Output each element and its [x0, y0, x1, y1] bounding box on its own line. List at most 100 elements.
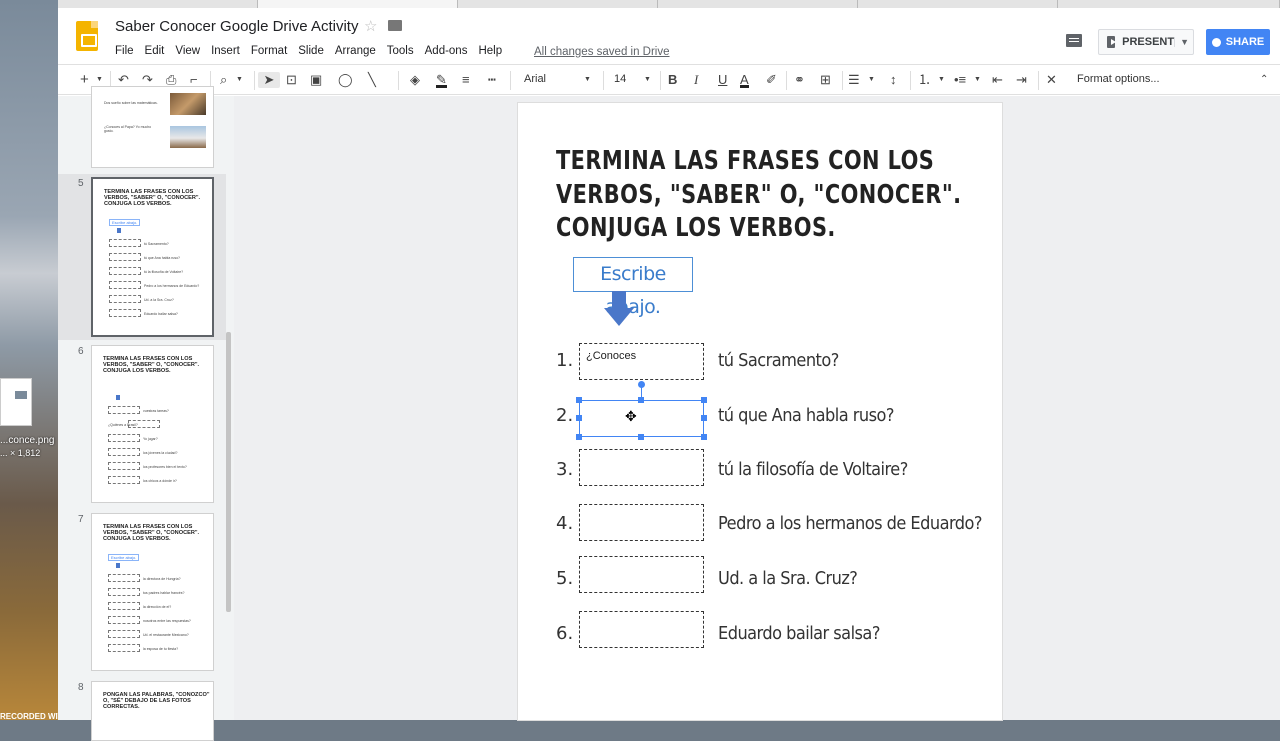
move-cursor-icon: ✥	[625, 408, 637, 424]
share-button[interactable]: SHARE	[1206, 29, 1270, 55]
save-status-link[interactable]: All changes saved in Drive	[534, 46, 670, 58]
zoom-icon[interactable]: ⌕	[220, 72, 227, 88]
text-color-icon[interactable]: A	[740, 72, 749, 88]
slide-canvas[interactable]: TERMINA LAS FRASES CON LOS VERBOS, "SABE…	[518, 103, 1002, 720]
slide-thumbnail-6[interactable]: TERMINA LAS FRASES CON LOS VERBOS, "SABE…	[91, 345, 214, 503]
menu-view[interactable]: View	[175, 45, 200, 57]
align-icon[interactable]: ☰	[848, 72, 860, 88]
highlight-color-icon[interactable]: ✐	[766, 72, 777, 88]
menu-addons[interactable]: Add-ons	[425, 45, 468, 57]
zoom-dropdown-icon[interactable]: ▼	[236, 72, 243, 88]
shape-icon[interactable]: ◯	[338, 72, 353, 88]
menu-edit[interactable]: Edit	[145, 45, 165, 57]
thumb-row: la directora de Hungría?	[143, 577, 181, 581]
underline-icon[interactable]: U	[718, 72, 727, 88]
slide-thumbnail-7[interactable]: TERMINA LAS FRASES CON LOS VERBOS, "SABE…	[91, 513, 214, 671]
menu-format[interactable]: Format	[251, 45, 287, 57]
resize-handle[interactable]	[701, 434, 707, 440]
thumb-row: Yo jugar?	[143, 437, 158, 441]
fill-color-icon[interactable]: ◈	[410, 72, 420, 88]
resize-handle[interactable]	[576, 397, 582, 403]
link-icon[interactable]: ⚭	[794, 72, 805, 88]
menu-tools[interactable]: Tools	[387, 45, 414, 57]
format-options-button[interactable]: Format options...	[1077, 73, 1160, 85]
font-dropdown-icon[interactable]: ▼	[584, 72, 591, 88]
italic-icon[interactable]: I	[694, 72, 698, 88]
thumb-row: vuestras tareas?	[143, 409, 169, 413]
clear-formatting-icon[interactable]: ✕	[1046, 72, 1057, 88]
desktop-file-icon[interactable]	[0, 378, 32, 426]
browser-tab[interactable]	[1058, 0, 1280, 8]
browser-tab[interactable]	[58, 0, 258, 8]
bulleted-list-icon[interactable]: •≡	[954, 72, 966, 88]
resize-handle[interactable]	[638, 434, 644, 440]
thumb-title: TERMINA LAS FRASES CON LOS VERBOS, "SABE…	[103, 524, 200, 542]
decrease-indent-icon[interactable]: ⇤	[992, 72, 1003, 88]
font-size-dropdown-icon[interactable]: ▼	[644, 72, 651, 88]
answer-box-5[interactable]	[579, 556, 704, 593]
bulleted-list-dropdown-icon[interactable]: ▼	[974, 72, 981, 88]
collapse-toolbar-icon[interactable]: ⌃	[1260, 72, 1268, 88]
resize-handle[interactable]	[576, 415, 582, 421]
rotation-handle[interactable]	[638, 381, 645, 388]
increase-indent-icon[interactable]: ⇥	[1016, 72, 1027, 88]
line-spacing-icon[interactable]: ↕	[890, 72, 897, 88]
border-dash-icon[interactable]: ┅	[488, 72, 496, 88]
resize-handle[interactable]	[701, 397, 707, 403]
select-tool-icon[interactable]: ➤	[258, 72, 280, 88]
resize-handle[interactable]	[576, 434, 582, 440]
browser-tab[interactable]	[658, 0, 858, 8]
thumb-row: Eduardo bailar salsa?	[144, 312, 178, 316]
menu-insert[interactable]: Insert	[211, 45, 240, 57]
resize-handle[interactable]	[701, 415, 707, 421]
resize-handle[interactable]	[638, 397, 644, 403]
menu-help[interactable]: Help	[478, 45, 502, 57]
menu-slide[interactable]: Slide	[298, 45, 324, 57]
font-size-select[interactable]: 14	[614, 73, 626, 85]
comments-icon[interactable]	[1066, 34, 1082, 47]
slide-number: 5	[78, 178, 84, 189]
star-icon[interactable]: ☆	[364, 17, 377, 35]
thumb-row: los chicos a dónde ir?	[143, 479, 177, 483]
down-arrow-icon[interactable]	[603, 291, 635, 327]
desktop-file-size: ... × 1,812	[0, 448, 41, 458]
browser-tab[interactable]	[458, 0, 658, 8]
numbered-list-dropdown-icon[interactable]: ▼	[938, 72, 945, 88]
border-color-icon[interactable]: ✎	[436, 72, 447, 88]
menu-arrange[interactable]: Arrange	[335, 45, 376, 57]
new-slide-icon[interactable]: +	[80, 72, 89, 88]
numbered-list-icon[interactable]: ⒈	[918, 72, 931, 88]
slide-thumbnail-4[interactable]: Dos sueño sobre las matemáticas. ¿Conoce…	[91, 86, 214, 168]
answer-box-1[interactable]: ¿Conoces	[579, 343, 704, 380]
thumb-title: PONGAN LAS PALABRAS, "CONOZCO" O, "SÉ" D…	[103, 692, 210, 710]
bold-icon[interactable]: B	[668, 72, 677, 88]
slide-filmstrip: Dos sueño sobre las matemáticas. ¿Conoce…	[58, 86, 234, 741]
slide-thumbnail-8[interactable]: PONGAN LAS PALABRAS, "CONOZCO" O, "SÉ" D…	[91, 681, 214, 741]
slide-number: 7	[78, 514, 84, 525]
align-dropdown-icon[interactable]: ▼	[868, 72, 875, 88]
slide-title-line: VERBOS, "SABER" O, "CONOCER".	[556, 179, 962, 210]
border-weight-icon[interactable]: ≡	[462, 72, 470, 88]
present-dropdown-icon[interactable]: ▼	[1174, 37, 1189, 47]
menu-file[interactable]: File	[115, 45, 134, 57]
sentence-text: tú Sacramento?	[718, 350, 839, 371]
slides-logo-icon[interactable]	[76, 21, 98, 51]
slide-title[interactable]: TERMINA LAS FRASES CON LOS VERBOS, "SABE…	[556, 145, 962, 246]
line-icon[interactable]: ╲	[368, 72, 376, 88]
text-box-icon[interactable]: ⊡	[286, 72, 297, 88]
answer-box-4[interactable]	[579, 504, 704, 541]
present-button[interactable]: PRESENT ▼	[1098, 29, 1194, 55]
answer-box-6[interactable]	[579, 611, 704, 648]
folder-icon[interactable]	[388, 20, 402, 31]
document-title[interactable]: Saber Conocer Google Drive Activity	[115, 18, 358, 35]
browser-tab[interactable]	[858, 0, 1058, 8]
image-icon[interactable]: ▣	[310, 72, 322, 88]
font-family-select[interactable]: Arial	[524, 73, 546, 85]
browser-tab-active[interactable]	[258, 0, 458, 8]
add-comment-icon[interactable]: ⊞	[820, 72, 831, 88]
thumb-arrow	[116, 563, 120, 568]
answer-box-3[interactable]	[579, 449, 704, 486]
instruction-box[interactable]: Escribe abajo.	[573, 257, 693, 318]
slide-thumbnail-5[interactable]: TERMINA LAS FRASES CON LOS VERBOS, "SABE…	[91, 177, 214, 337]
filmstrip-scrollbar[interactable]	[226, 332, 231, 612]
